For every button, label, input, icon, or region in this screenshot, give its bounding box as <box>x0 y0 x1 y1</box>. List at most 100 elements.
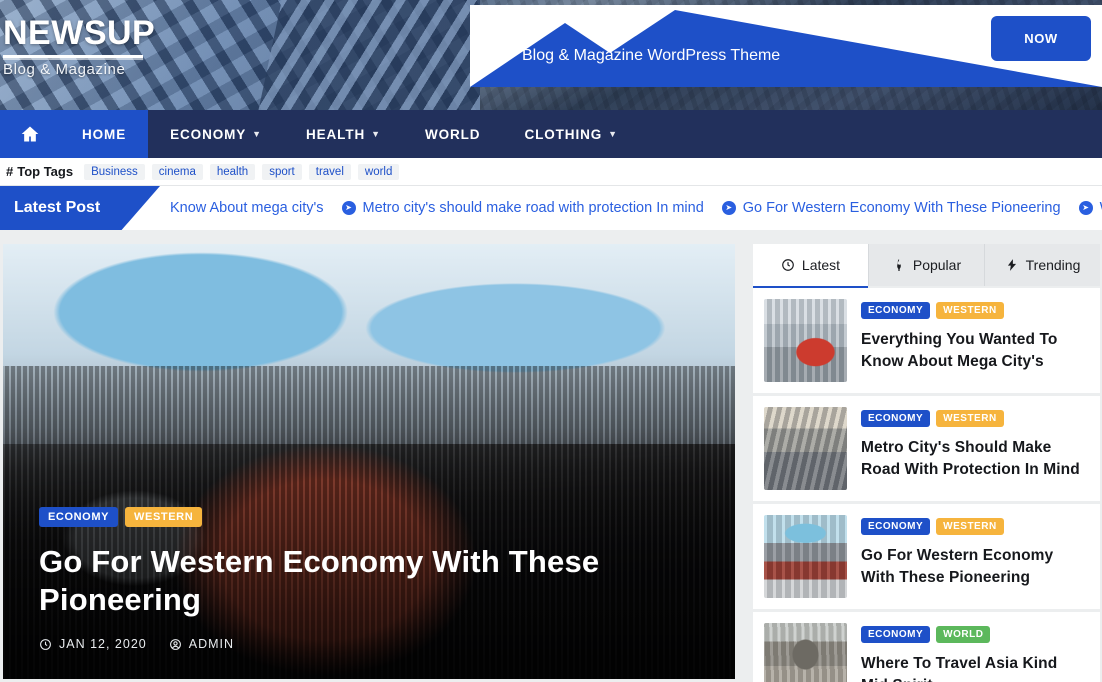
featured-post-title[interactable]: Go For Western Economy With These Pionee… <box>39 543 705 619</box>
tab-popular[interactable]: Popular <box>869 244 985 286</box>
post-thumbnail <box>764 407 847 490</box>
site-header: NEWSUP Blog & Magazine Blog & Magazine W… <box>0 0 1102 110</box>
badge-western[interactable]: WESTERN <box>936 518 1004 535</box>
tab-trending-label: Trending <box>1025 257 1081 273</box>
chevron-down-icon: ▼ <box>371 129 381 139</box>
nav-item-home-label: HOME <box>82 126 127 142</box>
site-brand[interactable]: NEWSUP Blog & Magazine <box>3 14 156 78</box>
post-badges: ECONOMY WESTERN <box>861 302 1088 319</box>
list-item[interactable]: ECONOMY WORLD Where To Travel Asia Kind … <box>753 612 1100 682</box>
post-thumbnail <box>764 623 847 682</box>
tag-chip-world[interactable]: world <box>357 163 400 180</box>
nav-item-economy[interactable]: ECONOMY ▼ <box>148 110 284 158</box>
arrow-right-circle-icon: ➤ <box>721 201 736 215</box>
post-badges: ECONOMY WESTERN <box>861 518 1088 535</box>
clock-icon <box>782 259 794 271</box>
tag-chip-sport[interactable]: sport <box>262 163 302 180</box>
tab-trending[interactable]: Trending <box>985 244 1100 286</box>
nav-home-block[interactable]: HOME <box>0 110 149 158</box>
post-content: ECONOMY WESTERN Metro City's Should Make… <box>861 407 1088 482</box>
sidebar: Latest Popular Trending ECONOMY WESTERN … <box>753 244 1100 682</box>
user-icon <box>169 638 181 650</box>
post-content: ECONOMY WORLD Where To Travel Asia Kind … <box>861 623 1088 682</box>
ticker-item[interactable]: ➤ W <box>1078 200 1102 216</box>
main-content: ECONOMY WESTERN Go For Western Economy W… <box>0 230 1102 682</box>
arrow-right-circle-icon: ➤ <box>1078 201 1093 215</box>
nav-item-economy-label: ECONOMY <box>170 126 247 142</box>
post-content: ECONOMY WESTERN Go For Western Economy W… <box>861 515 1088 590</box>
badge-economy[interactable]: ECONOMY <box>39 507 119 528</box>
site-tagline: Blog & Magazine <box>3 60 126 78</box>
arrow-right-circle-icon: ➤ <box>341 201 356 215</box>
hash-icon: # <box>6 164 14 179</box>
sidebar-tabs: Latest Popular Trending <box>753 244 1100 288</box>
featured-post-date-label: JAN 12, 2020 <box>59 637 147 651</box>
post-title[interactable]: Metro City's Should Make Road With Prote… <box>861 437 1088 482</box>
ticker-item[interactable]: ➤ Metro city's should make road with pro… <box>341 200 704 216</box>
featured-post-card[interactable]: ECONOMY WESTERN Go For Western Economy W… <box>3 244 735 679</box>
fire-icon <box>897 259 901 271</box>
badge-economy[interactable]: ECONOMY <box>861 302 931 319</box>
promo-text: Blog & Magazine WordPress Theme <box>522 47 781 64</box>
ticker-item[interactable]: ➤ Go For Western Economy With These Pion… <box>721 200 1061 216</box>
chevron-down-icon: ▼ <box>252 129 262 139</box>
nav-item-clothing[interactable]: CLOTHING ▼ <box>502 110 640 158</box>
bolt-icon <box>1007 259 1016 271</box>
post-title[interactable]: Everything You Wanted To Know About Mega… <box>861 329 1088 374</box>
latest-post-ticker: Latest Post Know About mega city's ➤ Met… <box>0 186 1102 230</box>
chevron-down-icon: ▼ <box>608 129 618 139</box>
post-title[interactable]: Go For Western Economy With These Pionee… <box>861 545 1088 590</box>
tab-popular-label: Popular <box>912 257 962 273</box>
site-title: NEWSUP <box>3 14 156 52</box>
brand-divider <box>3 54 143 58</box>
post-thumbnail <box>764 515 847 598</box>
featured-post-date: JAN 12, 2020 <box>39 637 147 651</box>
tag-chip-business[interactable]: Business <box>84 163 145 180</box>
badge-western[interactable]: WESTERN <box>125 507 203 528</box>
badge-western[interactable]: WESTERN <box>936 410 1004 427</box>
ticker-track: Know About mega city's ➤ Metro city's sh… <box>154 200 1102 216</box>
tag-chip-health[interactable]: health <box>209 163 256 180</box>
tab-latest[interactable]: Latest <box>753 244 869 288</box>
tag-chip-cinema[interactable]: cinema <box>151 163 203 180</box>
top-tags-label: Top Tags <box>17 164 74 179</box>
nav-item-clothing-label: CLOTHING <box>524 126 603 142</box>
nav-item-health-label: HEALTH <box>305 126 366 142</box>
nav-item-world-label: WORLD <box>424 126 481 142</box>
home-icon[interactable] <box>0 124 60 144</box>
main-navigation: HOME ECONOMY ▼ HEALTH ▼ WORLD CLOTHING ▼ <box>0 110 1102 158</box>
featured-post-author-label: ADMIN <box>188 637 235 651</box>
tag-chip-travel[interactable]: travel <box>308 163 351 180</box>
top-tags-title: # Top Tags <box>6 164 73 179</box>
tab-latest-label: Latest <box>801 257 841 273</box>
featured-post-body: ECONOMY WESTERN Go For Western Economy W… <box>39 507 705 651</box>
featured-post-badges: ECONOMY WESTERN <box>39 507 705 528</box>
sidebar-post-list: ECONOMY WESTERN Everything You Wanted To… <box>753 288 1100 682</box>
post-title[interactable]: Where To Travel Asia Kind Mid Spirit <box>861 653 1088 682</box>
badge-economy[interactable]: ECONOMY <box>861 518 931 535</box>
list-item[interactable]: ECONOMY WESTERN Everything You Wanted To… <box>753 288 1100 393</box>
list-item[interactable]: ECONOMY WESTERN Metro City's Should Make… <box>753 396 1100 501</box>
post-badges: ECONOMY WESTERN <box>861 410 1088 427</box>
nav-item-world[interactable]: WORLD <box>403 110 503 158</box>
post-badges: ECONOMY WORLD <box>861 626 1088 643</box>
ticker-item-label: Know About mega city's <box>170 200 324 216</box>
badge-economy[interactable]: ECONOMY <box>861 410 931 427</box>
ticker-item-label: Go For Western Economy With These Pionee… <box>742 200 1061 216</box>
post-thumbnail <box>764 299 847 382</box>
featured-post-author: ADMIN <box>169 637 234 651</box>
badge-economy[interactable]: ECONOMY <box>861 626 931 643</box>
badge-world[interactable]: WORLD <box>936 626 991 643</box>
clock-icon <box>40 638 51 650</box>
ticker-label: Latest Post <box>0 186 160 230</box>
featured-post-meta: JAN 12, 2020 ADMIN <box>39 637 705 651</box>
post-content: ECONOMY WESTERN Everything You Wanted To… <box>861 299 1088 374</box>
top-tags-bar: # Top Tags Business cinema health sport … <box>0 158 1102 186</box>
ticker-item[interactable]: Know About mega city's <box>170 200 324 216</box>
nav-item-health[interactable]: HEALTH ▼ <box>284 110 403 158</box>
nav-item-home[interactable]: HOME <box>60 110 148 158</box>
badge-western[interactable]: WESTERN <box>936 302 1004 319</box>
list-item[interactable]: ECONOMY WESTERN Go For Western Economy W… <box>753 504 1100 609</box>
ticker-item-label: Metro city's should make road with prote… <box>362 200 704 216</box>
now-button[interactable]: NOW <box>991 16 1091 61</box>
